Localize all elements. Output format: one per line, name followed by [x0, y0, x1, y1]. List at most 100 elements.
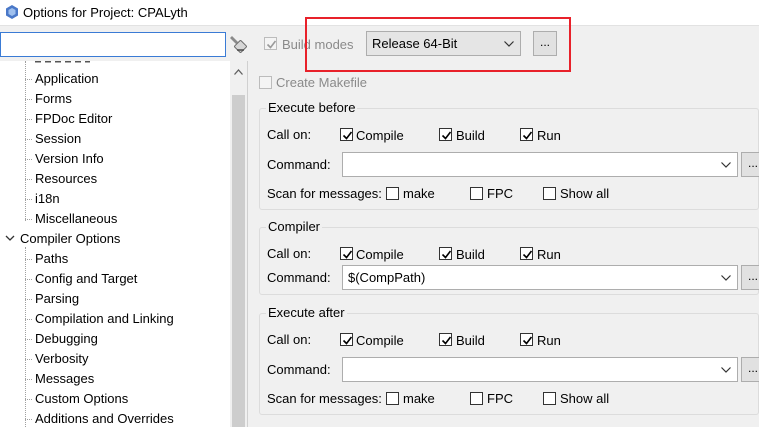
create-makefile-checkbox[interactable]	[259, 76, 272, 89]
before-compile-checkbox[interactable]	[340, 128, 353, 141]
scroll-up-icon[interactable]	[234, 69, 243, 75]
pane-splitter[interactable]	[248, 26, 254, 427]
chevron-down-icon[interactable]	[721, 367, 731, 373]
tree-item-compilation-and-linking[interactable]: Compilation and Linking	[0, 309, 230, 329]
tree-item-version-info[interactable]: Version Info	[0, 149, 230, 169]
tree-item-additions-and-overrides[interactable]: Additions and Overrides	[0, 409, 230, 427]
tree-item-verbosity[interactable]: Verbosity	[0, 349, 230, 369]
create-makefile-label: Create Makefile	[276, 75, 368, 90]
tree-item-label: FPDoc Editor	[35, 111, 113, 126]
tree-item-debugging[interactable]: Debugging	[0, 329, 230, 349]
after-run-checkbox[interactable]	[520, 333, 533, 346]
before-scan-show-all-checkbox[interactable]	[543, 187, 556, 200]
after-scan-show-all-label: Show all	[560, 391, 610, 406]
chevron-down-icon[interactable]	[721, 275, 731, 281]
check-icon	[441, 250, 452, 259]
execute-before-title: Execute before	[266, 100, 358, 115]
tree-item-label: Messages	[35, 371, 95, 386]
tree-item-forms[interactable]: Forms	[0, 89, 230, 109]
tree-item-config-and-target[interactable]: Config and Target	[0, 269, 230, 289]
before-scan-make-checkbox[interactable]	[386, 187, 399, 200]
tree-item-label: Compiler Options	[20, 231, 121, 246]
tree-scrollbar[interactable]	[230, 61, 247, 427]
execute-after-title: Execute after	[266, 305, 347, 320]
before-run-label: Run	[537, 128, 561, 143]
before-run-checkbox[interactable]	[520, 128, 533, 141]
before-compile-label: Compile	[356, 128, 404, 143]
tree-item-label: Custom Options	[35, 391, 129, 406]
before-command-input[interactable]	[342, 152, 738, 177]
tree-item-fpdoc-editor[interactable]: FPDoc Editor	[0, 109, 230, 129]
compiler-run-checkbox[interactable]	[520, 247, 533, 260]
after-compile-checkbox[interactable]	[340, 333, 353, 346]
clear-filter-icon[interactable]	[228, 33, 248, 55]
command-label: Command:	[267, 157, 331, 172]
after-scan-fpc-label: FPC	[487, 391, 513, 406]
before-command-dots-button[interactable]: ...	[741, 152, 759, 177]
after-scan-fpc-checkbox[interactable]	[470, 392, 483, 405]
tree-item-miscellaneous[interactable]: Miscellaneous	[0, 209, 230, 229]
call-on-label: Call on:	[267, 246, 312, 261]
compiler-build-checkbox[interactable]	[439, 247, 452, 260]
before-build-label: Build	[456, 128, 485, 143]
scrollbar-thumb[interactable]	[232, 95, 245, 427]
compiler-build-label: Build	[456, 247, 485, 262]
check-icon	[342, 250, 353, 259]
before-scan-fpc-checkbox[interactable]	[470, 187, 483, 200]
tree-item-resources[interactable]: Resources	[0, 169, 230, 189]
tree-item-session[interactable]: Session	[0, 129, 230, 149]
check-icon	[441, 131, 452, 140]
command-label: Command:	[267, 362, 331, 377]
compiler-command-dots-button[interactable]: ...	[741, 265, 759, 290]
compiler-run-label: Run	[537, 247, 561, 262]
tree-item-custom-options[interactable]: Custom Options	[0, 389, 230, 409]
before-build-checkbox[interactable]	[439, 128, 452, 141]
compiler-compile-label: Compile	[356, 247, 404, 262]
check-icon	[342, 336, 353, 345]
check-icon	[441, 336, 452, 345]
after-scan-show-all-checkbox[interactable]	[543, 392, 556, 405]
tree-item-label: Compilation and Linking	[35, 311, 174, 326]
tree-item-label: Resources	[35, 171, 98, 186]
tree-item-label: Session	[35, 131, 82, 146]
check-icon	[522, 131, 533, 140]
tree-item-label: Additions and Overrides	[35, 411, 174, 426]
tree-item-parsing[interactable]: Parsing	[0, 289, 230, 309]
after-scan-make-checkbox[interactable]	[386, 392, 399, 405]
tree-item-paths[interactable]: Paths	[0, 249, 230, 269]
compiler-compile-checkbox[interactable]	[340, 247, 353, 260]
compiler-command-value: $(CompPath)	[348, 270, 426, 285]
highlight-box	[305, 17, 571, 72]
call-on-label: Call on:	[267, 127, 312, 142]
search-input[interactable]	[1, 33, 225, 56]
check-icon	[266, 40, 277, 49]
call-on-label: Call on:	[267, 332, 312, 347]
tree-cut-item	[35, 61, 90, 63]
build-modes-checkbox[interactable]	[264, 37, 277, 50]
tree-item-messages[interactable]: Messages	[0, 369, 230, 389]
check-icon	[522, 250, 533, 259]
window-title: Options for Project: CPALyth	[23, 5, 188, 20]
scan-for-messages-label: Scan for messages:	[267, 391, 382, 406]
tree-item-application[interactable]: Application	[0, 69, 230, 89]
after-scan-make-label: make	[403, 391, 435, 406]
chevron-down-icon[interactable]	[721, 162, 731, 168]
tree-item-i18n[interactable]: i18n	[0, 189, 230, 209]
after-build-label: Build	[456, 333, 485, 348]
before-scan-make-label: make	[403, 186, 435, 201]
after-command-dots-button[interactable]: ...	[741, 357, 759, 382]
options-tree[interactable]: Application Forms FPDoc Editor Session V…	[0, 61, 248, 427]
tree-item-label: Version Info	[35, 151, 104, 166]
tree-item-label: Paths	[35, 251, 69, 266]
before-scan-show-all-label: Show all	[560, 186, 610, 201]
search-box[interactable]	[0, 32, 226, 57]
after-build-checkbox[interactable]	[439, 333, 452, 346]
after-command-input[interactable]	[342, 357, 738, 382]
lazarus-app-icon	[6, 5, 18, 19]
chevron-down-icon[interactable]	[4, 232, 16, 244]
tree-item-label: Config and Target	[35, 271, 138, 286]
compiler-command-input[interactable]: $(CompPath)	[342, 265, 738, 290]
command-label: Command:	[267, 270, 331, 285]
tree-item-compiler-options[interactable]: Compiler Options	[0, 229, 230, 249]
check-icon	[342, 131, 353, 140]
